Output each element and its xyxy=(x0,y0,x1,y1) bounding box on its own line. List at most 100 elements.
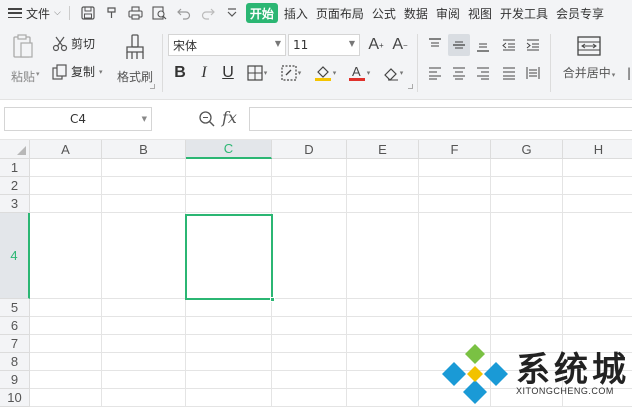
align-center-icon[interactable] xyxy=(448,62,470,84)
cell-b4[interactable] xyxy=(102,213,186,299)
cell-h5[interactable] xyxy=(563,299,632,317)
tab-home[interactable]: 开始 xyxy=(245,3,278,23)
selected-cell-outline[interactable] xyxy=(185,214,275,302)
redo-icon[interactable] xyxy=(196,0,220,26)
cell-e7[interactable] xyxy=(347,335,419,353)
cell-b2[interactable] xyxy=(102,177,186,195)
cell-a1[interactable] xyxy=(30,159,102,177)
italic-icon[interactable]: I xyxy=(194,62,214,84)
cell-d10[interactable] xyxy=(272,389,347,407)
eraser-icon[interactable]: ▾ xyxy=(380,62,406,84)
cell-c5[interactable] xyxy=(186,299,272,317)
cell-c10[interactable] xyxy=(186,389,272,407)
cell-d8[interactable] xyxy=(272,353,347,371)
cell-h3[interactable] xyxy=(563,195,632,213)
cell-b1[interactable] xyxy=(102,159,186,177)
column-header-e[interactable]: E xyxy=(347,140,419,159)
cell-b3[interactable] xyxy=(102,195,186,213)
bold-icon[interactable]: B xyxy=(170,62,190,84)
name-box[interactable]: C4 ▼ xyxy=(4,107,152,131)
cell-c8[interactable] xyxy=(186,353,272,371)
print-preview-icon[interactable] xyxy=(148,0,172,26)
insert-function-icon[interactable]: fx xyxy=(222,108,237,127)
cell-f1[interactable] xyxy=(419,159,491,177)
cell-e8[interactable] xyxy=(347,353,419,371)
column-header-a[interactable]: A xyxy=(30,140,102,159)
cell-e2[interactable] xyxy=(347,177,419,195)
column-header-g[interactable]: G xyxy=(491,140,563,159)
cell-e6[interactable] xyxy=(347,317,419,335)
font-group-launcher[interactable] xyxy=(408,84,413,89)
font-color-icon[interactable]: A ▾ xyxy=(346,62,372,84)
tab-page-layout[interactable]: 页面布局 xyxy=(312,0,368,26)
cell-d3[interactable] xyxy=(272,195,347,213)
cell-e9[interactable] xyxy=(347,371,419,389)
customize-chevron-icon[interactable] xyxy=(220,0,244,26)
row-header-1[interactable]: 1 xyxy=(0,159,30,177)
cell-c2[interactable] xyxy=(186,177,272,195)
row-header-2[interactable]: 2 xyxy=(0,177,30,195)
fill-handle[interactable] xyxy=(270,297,275,302)
column-header-f[interactable]: F xyxy=(419,140,491,159)
font-size-select[interactable]: 11 ▼ xyxy=(288,34,360,56)
tab-formulas[interactable]: 公式 xyxy=(368,0,400,26)
column-header-b[interactable]: B xyxy=(102,140,186,159)
cell-h4[interactable] xyxy=(563,213,632,299)
distributed-align-icon[interactable] xyxy=(522,62,544,84)
column-header-c[interactable]: C xyxy=(186,140,272,159)
cell-a9[interactable] xyxy=(30,371,102,389)
column-header-h[interactable]: H xyxy=(563,140,632,159)
cell-h6[interactable] xyxy=(563,317,632,335)
cell-d1[interactable] xyxy=(272,159,347,177)
row-header-3[interactable]: 3 xyxy=(0,195,30,213)
cell-h2[interactable] xyxy=(563,177,632,195)
align-right-icon[interactable] xyxy=(472,62,494,84)
cell-f4[interactable] xyxy=(419,213,491,299)
cell-a10[interactable] xyxy=(30,389,102,407)
cell-g3[interactable] xyxy=(491,195,563,213)
clipboard-group-launcher[interactable] xyxy=(150,84,155,89)
cell-f2[interactable] xyxy=(419,177,491,195)
cell-d2[interactable] xyxy=(272,177,347,195)
cell-style-icon[interactable]: ▾ xyxy=(278,62,304,84)
cell-d9[interactable] xyxy=(272,371,347,389)
cell-g6[interactable] xyxy=(491,317,563,335)
cell-g1[interactable] xyxy=(491,159,563,177)
tab-view[interactable]: 视图 xyxy=(464,0,496,26)
row-header-4[interactable]: 4 xyxy=(0,213,30,299)
select-all-button[interactable] xyxy=(0,140,30,159)
cell-c1[interactable] xyxy=(186,159,272,177)
paste-button[interactable]: 粘贴 xyxy=(8,34,38,85)
cell-a7[interactable] xyxy=(30,335,102,353)
cell-d6[interactable] xyxy=(272,317,347,335)
cell-b5[interactable] xyxy=(102,299,186,317)
cell-e3[interactable] xyxy=(347,195,419,213)
row-header-5[interactable]: 5 xyxy=(0,299,30,317)
cell-g5[interactable] xyxy=(491,299,563,317)
cell-f6[interactable] xyxy=(419,317,491,335)
copy-button[interactable]: 复制 ▾ xyxy=(52,63,103,80)
copy-dropdown-arrow[interactable]: ▾ xyxy=(99,68,103,76)
cell-a3[interactable] xyxy=(30,195,102,213)
tab-data[interactable]: 数据 xyxy=(400,0,432,26)
fill-color-icon[interactable]: ▾ xyxy=(312,62,338,84)
cell-e10[interactable] xyxy=(347,389,419,407)
decrease-indent-icon[interactable] xyxy=(498,34,520,56)
font-name-select[interactable]: 宋体 ▼ xyxy=(168,34,286,56)
border-icon[interactable]: ▾ xyxy=(244,62,270,84)
cell-b6[interactable] xyxy=(102,317,186,335)
cell-d5[interactable] xyxy=(272,299,347,317)
align-middle-icon[interactable] xyxy=(448,34,470,56)
row-header-9[interactable]: 9 xyxy=(0,371,30,389)
cell-c3[interactable] xyxy=(186,195,272,213)
align-top-icon[interactable] xyxy=(424,34,446,56)
file-menu[interactable]: 文件 ⌵ xyxy=(0,0,65,26)
print-icon[interactable] xyxy=(124,0,148,26)
row-header-7[interactable]: 7 xyxy=(0,335,30,353)
row-header-8[interactable]: 8 xyxy=(0,353,30,371)
tab-developer[interactable]: 开发工具 xyxy=(496,0,552,26)
cell-e5[interactable] xyxy=(347,299,419,317)
format-painter-button[interactable]: 格式刷 xyxy=(114,34,156,85)
cell-f5[interactable] xyxy=(419,299,491,317)
formula-input[interactable] xyxy=(249,107,632,131)
